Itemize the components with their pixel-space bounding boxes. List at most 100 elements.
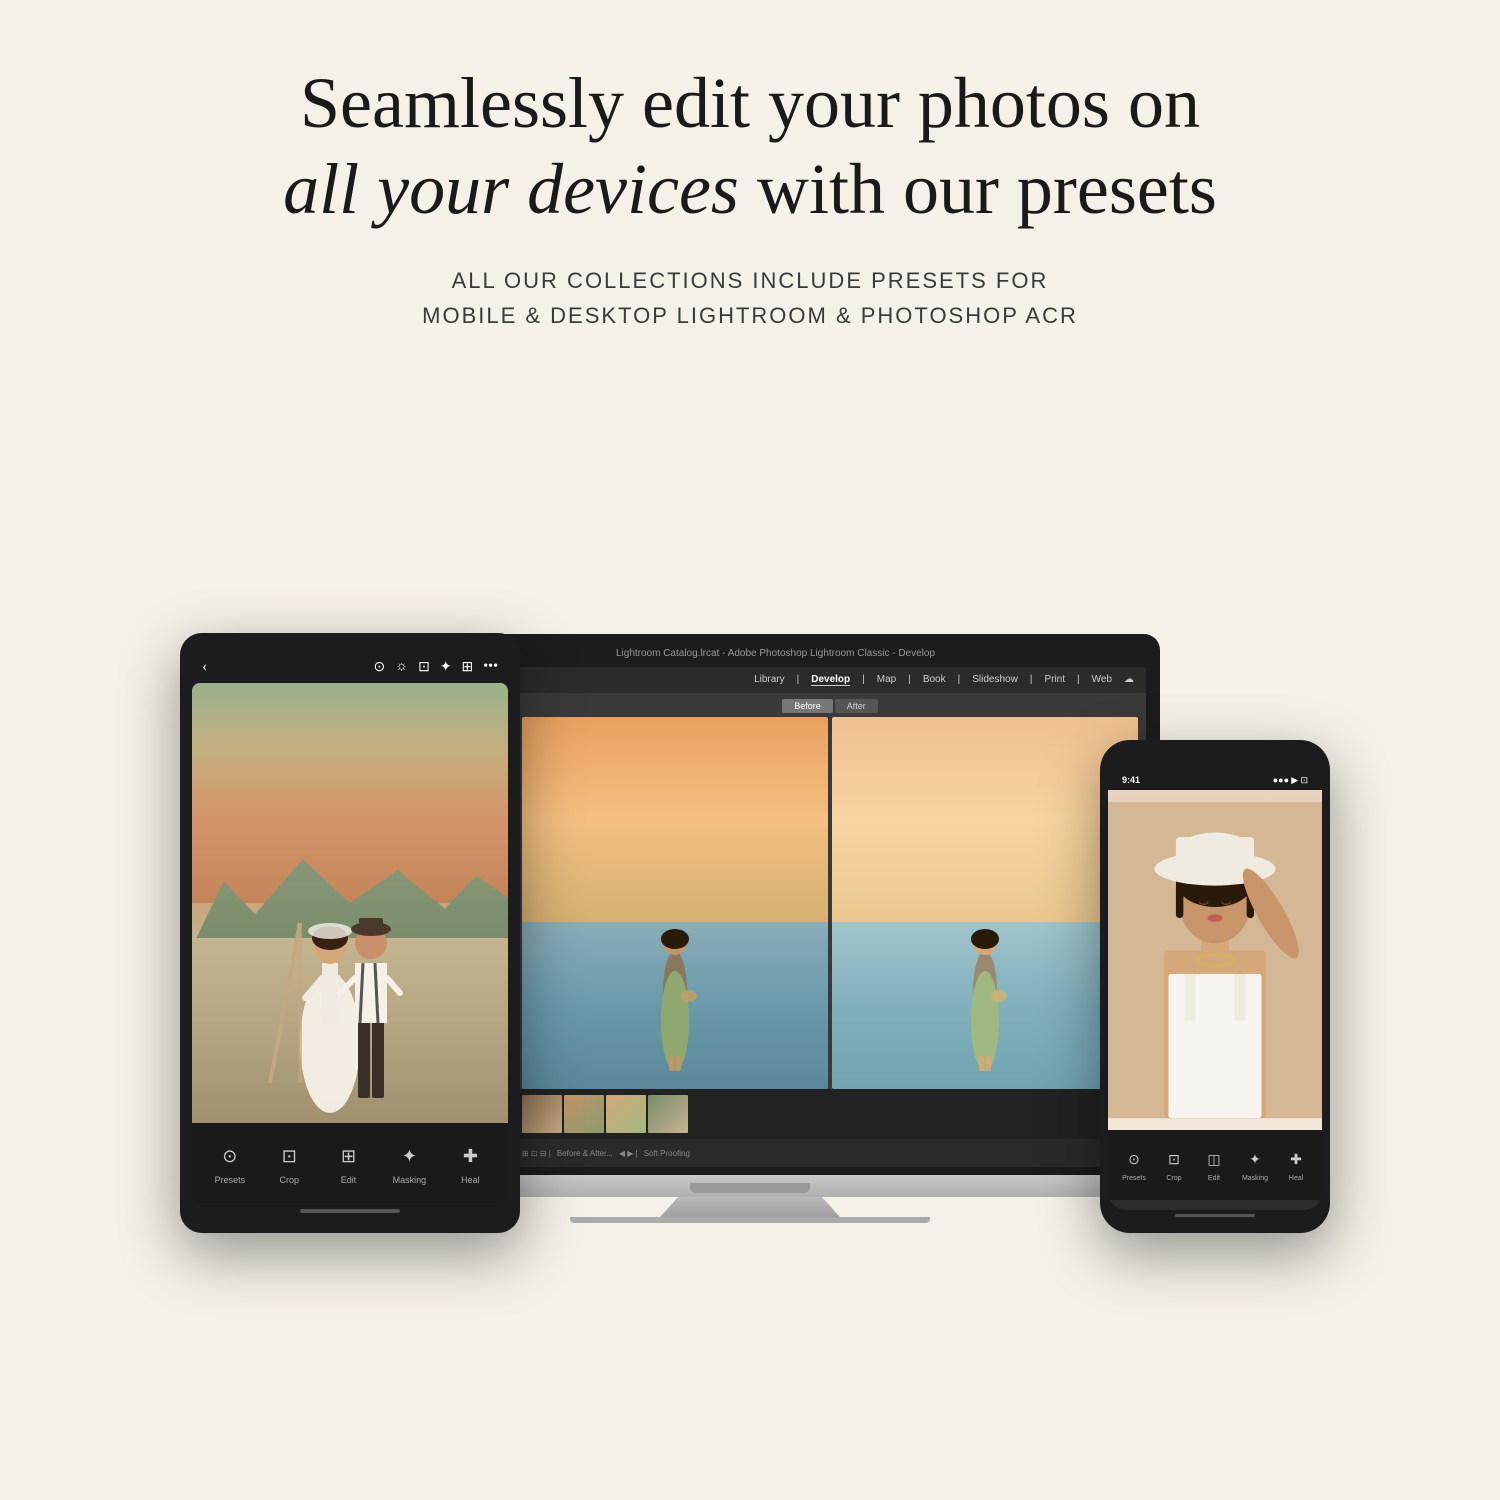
- nav-map[interactable]: Map: [877, 674, 896, 686]
- tablet-icon-4[interactable]: ✦: [440, 659, 452, 676]
- phone-status-bar: 9:41 ●●● ▶ ⊡: [1108, 770, 1322, 790]
- tablet-tool-presets[interactable]: ⊙ Presets: [215, 1141, 246, 1185]
- woman-figure-after: [955, 891, 1015, 1071]
- headline-line1: Seamlessly edit your photos on: [283, 60, 1217, 146]
- phone-presets-label: Presets: [1122, 1175, 1146, 1182]
- masking-label: Masking: [393, 1175, 427, 1185]
- film-thumb[interactable]: [648, 1095, 688, 1133]
- laptop-notch: [690, 1183, 810, 1193]
- phone-crop-icon: ⊡: [1162, 1148, 1186, 1172]
- tablet-tool-crop[interactable]: ⊡ Crop: [274, 1141, 304, 1185]
- phone-masking-label: Masking: [1242, 1175, 1268, 1182]
- lr-nav: Library | Develop | Map | Book | Slidesh…: [754, 674, 1134, 686]
- devices-container: Lightroom Catalog.lrcat - Adobe Photosho…: [150, 383, 1350, 1283]
- laptop-stand: [660, 1197, 840, 1217]
- after-btn[interactable]: After: [835, 699, 878, 713]
- phone-screen: 9:41 ●●● ▶ ⊡: [1108, 770, 1322, 1210]
- before-after-toggle: Before After: [514, 693, 1146, 717]
- nav-develop[interactable]: Develop: [811, 674, 850, 686]
- phone-body: 9:41 ●●● ▶ ⊡: [1100, 740, 1330, 1233]
- presets-label: Presets: [215, 1175, 246, 1185]
- wedding-couple: [220, 823, 480, 1123]
- phone-notch: [1185, 754, 1245, 764]
- photo-before: [522, 717, 828, 1089]
- woman-figure-before: [645, 891, 705, 1071]
- after-image: [832, 717, 1138, 1089]
- tablet-tool-edit[interactable]: ⊞ Edit: [333, 1141, 363, 1185]
- nav-web[interactable]: Web: [1092, 674, 1112, 686]
- tablet-top-bar: ‹ ⊙ ☼ ⊡ ✦ ⊞ •••: [192, 651, 508, 683]
- grid-icons: ⊞ ⊡ ⊟ |: [522, 1149, 551, 1158]
- tablet-icon-1[interactable]: ⊙: [374, 659, 386, 676]
- heal-label: Heal: [461, 1175, 480, 1185]
- tablet-tool-masking[interactable]: ✦ Masking: [393, 1141, 427, 1185]
- headline-italic: all your devices: [283, 149, 739, 229]
- edit-label: Edit: [341, 1175, 357, 1185]
- filmstrip: [514, 1089, 1146, 1139]
- tablet-screen: ⊙ Presets ⊡ Crop ⊞ Edit ✦: [192, 683, 508, 1203]
- tablet-more-icon[interactable]: •••: [483, 659, 498, 676]
- headline-block: Seamlessly edit your photos on all your …: [283, 60, 1217, 233]
- lr-content: Before After: [514, 693, 1146, 1167]
- lr-bottom-bar: ⊞ ⊡ ⊟ | Before & After... ◀ ▶ | Soft Pro…: [514, 1139, 1146, 1167]
- laptop-foot: [570, 1217, 930, 1223]
- tablet-body: ‹ ⊙ ☼ ⊡ ✦ ⊞ •••: [180, 633, 520, 1233]
- presets-icon: ⊙: [215, 1141, 245, 1171]
- heal-icon: ✚: [455, 1141, 485, 1171]
- before-image: [522, 717, 828, 1089]
- nav-library[interactable]: Library: [754, 674, 785, 686]
- subheadline-line2: MOBILE & DESKTOP LIGHTROOM & PHOTOSHOP A…: [422, 303, 1078, 328]
- tablet-photo-bg: [192, 683, 508, 1123]
- tablet-back-icon[interactable]: ‹: [202, 658, 207, 676]
- before-btn[interactable]: Before: [782, 699, 833, 713]
- bottom-controls: ⊞ ⊡ ⊟ | Before & After... ◀ ▶ | Soft Pro…: [522, 1149, 690, 1158]
- tablet-icon-5[interactable]: ⊞: [462, 659, 474, 676]
- phone-home-bar: [1175, 1214, 1255, 1217]
- nav-slideshow[interactable]: Slideshow: [972, 674, 1018, 686]
- phone-tool-edit[interactable]: ◫ Edit: [1202, 1148, 1226, 1182]
- phone-status-icons: ●●● ▶ ⊡: [1273, 775, 1308, 786]
- edit-icon: ⊞: [333, 1141, 363, 1171]
- crop-icon: ⊡: [274, 1141, 304, 1171]
- soft-proofing[interactable]: Soft Proofing: [644, 1149, 690, 1158]
- photos-row: [514, 717, 1146, 1089]
- phone-tool-crop[interactable]: ⊡ Crop: [1162, 1148, 1186, 1182]
- phone-presets-icon: ⊙: [1122, 1148, 1146, 1172]
- phone-crop-label: Crop: [1166, 1175, 1181, 1182]
- film-thumb[interactable]: [564, 1095, 604, 1133]
- phone-heal-icon: ✚: [1284, 1148, 1308, 1172]
- phone-tool-heal[interactable]: ✚ Heal: [1284, 1148, 1308, 1182]
- tablet-device: ‹ ⊙ ☼ ⊡ ✦ ⊞ •••: [180, 633, 520, 1233]
- portrait-figure: [1108, 790, 1322, 1130]
- photo-after: [832, 717, 1138, 1089]
- tablet-toolbar: ⊙ Presets ⊡ Crop ⊞ Edit ✦: [192, 1123, 508, 1203]
- phone-toolbar: ⊙ Presets ⊡ Crop ◫ Edit ✦: [1108, 1130, 1322, 1200]
- tablet-icon-2[interactable]: ☼: [395, 659, 408, 676]
- tablet-top-icons: ⊙ ☼ ⊡ ✦ ⊞ •••: [374, 659, 499, 676]
- phone-heal-label: Heal: [1289, 1175, 1303, 1182]
- phone-tool-presets[interactable]: ⊙ Presets: [1122, 1148, 1146, 1182]
- nav-book[interactable]: Book: [923, 674, 946, 686]
- tablet-home-bar: [300, 1209, 400, 1213]
- tablet-photo: [192, 683, 508, 1123]
- film-thumb[interactable]: [606, 1095, 646, 1133]
- nav-print[interactable]: Print: [1044, 674, 1065, 686]
- nav-cloud-icon: ☁: [1124, 674, 1134, 686]
- tablet-tool-heal[interactable]: ✚ Heal: [455, 1141, 485, 1185]
- tablet-icon-3[interactable]: ⊡: [418, 659, 430, 676]
- subheadline: ALL OUR COLLECTIONS INCLUDE PRESETS FOR …: [422, 263, 1078, 333]
- phone-time: 9:41: [1122, 775, 1140, 785]
- phone-edit-icon: ◫: [1202, 1148, 1226, 1172]
- headline-rest: with our presets: [739, 149, 1217, 229]
- subheadline-line1: ALL OUR COLLECTIONS INCLUDE PRESETS FOR: [452, 268, 1049, 293]
- film-thumb[interactable]: [522, 1095, 562, 1133]
- before-after-label[interactable]: Before & After...: [557, 1149, 613, 1158]
- crop-label: Crop: [280, 1175, 300, 1185]
- window-title: Lightroom Catalog.lrcat - Adobe Photosho…: [415, 648, 1136, 659]
- phone-masking-icon: ✦: [1243, 1148, 1267, 1172]
- headline-line2: all your devices with our presets: [283, 146, 1217, 232]
- nav-arrows: ◀ ▶ |: [619, 1149, 638, 1158]
- page: Seamlessly edit your photos on all your …: [0, 0, 1500, 1500]
- masking-icon: ✦: [394, 1141, 424, 1171]
- phone-tool-masking[interactable]: ✦ Masking: [1242, 1148, 1268, 1182]
